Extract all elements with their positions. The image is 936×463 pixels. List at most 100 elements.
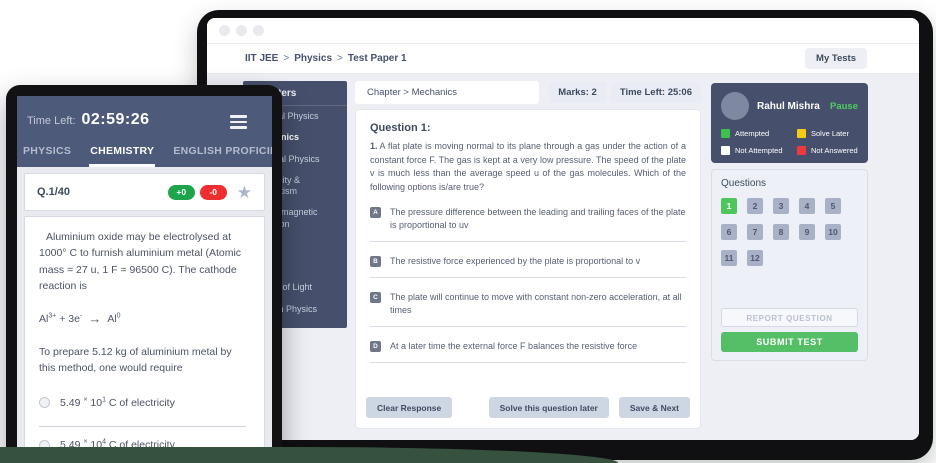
submit-test-button[interactable]: SUBMIT TEST [721, 332, 858, 352]
tablet-body: Q.1/40 +0 -0 ★ Aluminium oxide may be el… [17, 167, 272, 463]
negative-marks-pill: -0 [200, 185, 227, 200]
option-divider [370, 362, 686, 363]
question-tile-1[interactable]: 1 [721, 198, 737, 214]
option-b[interactable]: B The resistive force experienced by the… [370, 255, 686, 268]
breadcrumb-item-test-paper[interactable]: Test Paper 1 [348, 53, 407, 64]
question-tile-4[interactable]: 4 [799, 198, 815, 214]
question-tile-11[interactable]: 11 [721, 250, 737, 266]
option-d-badge: D [370, 341, 381, 352]
hamburger-menu-icon[interactable] [230, 115, 247, 132]
breadcrumb-separator: > [283, 53, 289, 64]
legend-solve-later: Solve Later [797, 129, 858, 138]
question-actions: Clear Response Solve this question later… [366, 397, 690, 418]
question-tile-8[interactable]: 8 [773, 224, 789, 240]
time-left-label: Time Left: [27, 115, 76, 127]
marks-badge: Marks: 2 [549, 82, 606, 103]
question-title: Question 1: [370, 122, 686, 134]
options-list: A The pressure difference between the le… [370, 206, 686, 363]
bookmark-star-icon[interactable]: ★ [237, 184, 252, 201]
right-panel: Rahul Mishra Pause Attempted Solve Later… [711, 83, 868, 361]
option-a[interactable]: A The pressure difference between the le… [370, 206, 686, 232]
top-nav-bar: IIT JEE > Physics > Test Paper 1 My Test… [207, 44, 919, 74]
not-answered-color-swatch [797, 146, 806, 155]
tablet-screen: Time Left: 02:59:26 PHYSICS CHEMISTRY EN… [17, 96, 272, 463]
question-tile-12[interactable]: 12 [747, 250, 763, 266]
user-card: Rahul Mishra Pause Attempted Solve Later… [711, 83, 868, 163]
status-legend: Attempted Solve Later Not Attempted Not … [721, 129, 858, 155]
browser-viewport: IIT JEE > Physics > Test Paper 1 My Test… [207, 18, 919, 440]
option-b-badge: B [370, 256, 381, 267]
question-text: 1.A flat plate is moving normal to its p… [370, 140, 686, 194]
question-number: 1. [370, 141, 378, 151]
radio-button[interactable] [39, 397, 50, 408]
question-header-row: Chapter > Mechanics Marks: 2 Time Left: … [355, 81, 701, 104]
chapter-label: Chapter > Mechanics [355, 81, 539, 104]
window-control-dot [253, 25, 264, 36]
questions-grid: 1 2 3 4 5 6 7 8 9 10 11 12 [721, 198, 858, 266]
option-divider [370, 241, 686, 242]
tablet-question-card: Aluminium oxide may be electrolysed at 1… [24, 216, 265, 463]
question-tile-2[interactable]: 2 [747, 198, 763, 214]
tablet-question-text: Aluminium oxide may be electrolysed at 1… [39, 229, 250, 294]
tablet-option-1[interactable]: 5.49 × 101 C of electricity [39, 395, 250, 411]
question-tile-10[interactable]: 10 [825, 224, 841, 240]
question-main-panel: Chapter > Mechanics Marks: 2 Time Left: … [355, 81, 701, 429]
breadcrumb-separator: > [337, 53, 343, 64]
option-a-badge: A [370, 207, 381, 218]
tablet-device-frame: Time Left: 02:59:26 PHYSICS CHEMISTRY EN… [6, 85, 282, 463]
question-tile-5[interactable]: 5 [825, 198, 841, 214]
option-divider [370, 326, 686, 327]
question-counter-bar: Q.1/40 +0 -0 ★ [24, 173, 265, 211]
option-divider [370, 277, 686, 278]
window-titlebar [207, 18, 919, 44]
clear-response-button[interactable]: Clear Response [366, 397, 452, 418]
desktop-browser-window: IIT JEE > Physics > Test Paper 1 My Test… [197, 10, 933, 460]
not-attempted-color-swatch [721, 146, 730, 155]
tablet-header: Time Left: 02:59:26 PHYSICS CHEMISTRY EN… [17, 96, 272, 167]
test-content-area: Chapters General Physics Mechanics Therm… [207, 74, 919, 440]
attempted-color-swatch [721, 129, 730, 138]
subject-tabs: PHYSICS CHEMISTRY ENGLISH PROFICIENCY [22, 145, 272, 167]
option-c[interactable]: C The plate will continue to move with c… [370, 291, 686, 317]
positive-marks-pill: +0 [168, 185, 195, 200]
avatar [721, 92, 749, 120]
question-tile-3[interactable]: 3 [773, 198, 789, 214]
option-a-text: The pressure difference between the lead… [390, 206, 686, 232]
page: IIT JEE > Physics > Test Paper 1 My Test… [0, 0, 936, 463]
user-name: Rahul Mishra [757, 101, 820, 112]
option-c-text: The plate will continue to move with con… [390, 291, 686, 317]
breadcrumb-item-physics[interactable]: Physics [294, 53, 332, 64]
tab-chemistry[interactable]: CHEMISTRY [89, 145, 155, 167]
option-c-badge: C [370, 292, 381, 303]
legend-not-answered: Not Answered [797, 146, 858, 155]
time-left-badge: Time Left: 25:06 [611, 82, 701, 103]
question-tile-6[interactable]: 6 [721, 224, 737, 240]
question-tile-7[interactable]: 7 [747, 224, 763, 240]
save-next-button[interactable]: Save & Next [619, 397, 690, 418]
questions-palette-title: Questions [721, 178, 858, 189]
window-control-dot [219, 25, 230, 36]
pause-button[interactable]: Pause [830, 101, 858, 112]
option-d[interactable]: D At a later time the external force F b… [370, 340, 686, 353]
tab-physics[interactable]: PHYSICS [22, 145, 72, 167]
time-left-value: 02:59:26 [82, 111, 150, 129]
questions-palette: Questions 1 2 3 4 5 6 7 8 9 10 11 [711, 169, 868, 361]
option-divider [39, 426, 246, 427]
window-control-dot [236, 25, 247, 36]
solve-later-button[interactable]: Solve this question later [489, 397, 609, 418]
breadcrumb-item-iit-jee[interactable]: IIT JEE [245, 53, 278, 64]
solve-later-color-swatch [797, 129, 806, 138]
report-question-button[interactable]: REPORT QUESTION [721, 308, 858, 327]
question-card: Question 1: 1.A flat plate is moving nor… [355, 109, 701, 429]
cathode-reaction-formula: Al3+ + 3e-→Al0 [39, 308, 250, 328]
question-counter: Q.1/40 [37, 186, 70, 198]
tablet-option-1-text: 5.49 × 101 C of electricity [60, 395, 175, 411]
breadcrumb: IIT JEE > Physics > Test Paper 1 [245, 53, 407, 64]
option-d-text: At a later time the external force F bal… [390, 340, 637, 353]
question-tile-9[interactable]: 9 [799, 224, 815, 240]
my-tests-button[interactable]: My Tests [805, 48, 867, 69]
arrow-icon: → [88, 311, 101, 326]
legend-not-attempted: Not Attempted [721, 146, 797, 155]
tab-english-proficiency[interactable]: ENGLISH PROFICIENCY [172, 145, 272, 167]
option-b-text: The resistive force experienced by the p… [390, 255, 640, 268]
